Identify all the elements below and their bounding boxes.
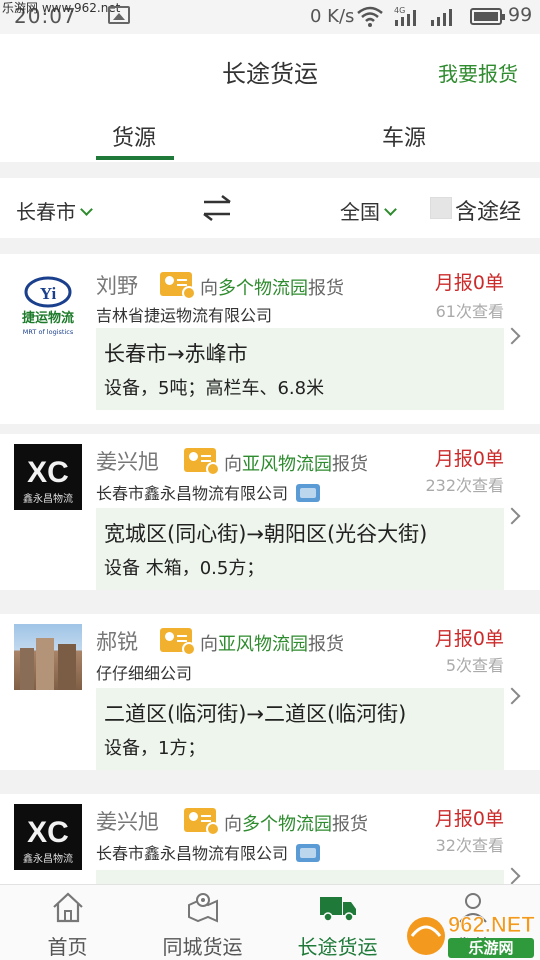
company-logo: XC 鑫永昌物流 bbox=[14, 444, 82, 510]
logo-subtext: MRT of logistics bbox=[23, 328, 74, 336]
chevron-right-icon bbox=[503, 687, 521, 705]
app-header: 长途货运 我要报货 bbox=[0, 34, 540, 106]
listing-card[interactable]: XC 鑫永昌物流 姜兴旭 向多个物流园报货 月报0单 32次查看 长春市鑫永昌物… bbox=[0, 794, 540, 884]
listing-card[interactable]: Yi 捷运物流 MRT of logistics 刘野 向多个物流园报货 月报0… bbox=[0, 254, 540, 424]
chevron-down-icon bbox=[384, 203, 397, 216]
status-bar: 20:07 乐游网 www.962.net 0 K/s 4G 99 bbox=[0, 0, 540, 34]
watermark-sub: 乐游网 bbox=[468, 939, 513, 957]
view-count: 5次查看 bbox=[445, 656, 504, 675]
company-name: 吉林省捷运物流有限公司 bbox=[96, 306, 273, 325]
route-info: 二道区(临河街)→二道区(临河街) 设备，1方； bbox=[96, 688, 504, 770]
battery-level: 99 bbox=[508, 4, 533, 26]
wifi-icon bbox=[357, 6, 383, 27]
nav-longhaul-label: 长途货运 bbox=[297, 935, 378, 959]
filter-bar: 长春市 全国 含途经 bbox=[0, 178, 540, 238]
active-tab-indicator bbox=[96, 156, 174, 160]
image-notification-icon bbox=[108, 6, 130, 24]
chevron-right-icon bbox=[503, 327, 521, 345]
cargo-detail: 设备，1方； bbox=[104, 738, 206, 759]
logo-text: 鑫永昌物流 bbox=[23, 492, 73, 505]
listing-card[interactable]: 郝锐 向亚风物流园报货 月报0单 5次查看 仔仔细细公司 二道区(临河街)→二道… bbox=[0, 614, 540, 770]
from-city-label: 长春市 bbox=[16, 200, 76, 224]
truck-icon bbox=[319, 897, 356, 922]
route-info: 宽城区(同心街)→朝阳区(光谷大街) 设备 木箱，0.5方； bbox=[96, 508, 504, 590]
company-name: 仔仔细细公司 bbox=[96, 664, 193, 683]
map-pin-icon bbox=[187, 893, 218, 923]
cargo-detail: 设备，5吨；高栏车、6.8米 bbox=[104, 378, 325, 399]
certified-icon bbox=[296, 844, 321, 862]
logo-mark: XC bbox=[27, 456, 69, 489]
watermark-brand: 962.NET bbox=[448, 912, 535, 937]
nav-local-label: 同城货运 bbox=[162, 935, 243, 959]
contact-name: 姜兴旭 bbox=[96, 450, 159, 474]
company-logo: XC 鑫永昌物流 bbox=[14, 804, 82, 870]
park-name: 多个物流园 bbox=[242, 814, 332, 835]
report-text: 向亚风物流园报货 bbox=[224, 454, 368, 475]
nav-home[interactable]: 首页 bbox=[0, 885, 135, 960]
logo-text: 鑫永昌物流 bbox=[23, 852, 73, 865]
contact-name: 姜兴旭 bbox=[96, 810, 159, 834]
logo-mark: Yi bbox=[40, 284, 57, 303]
report-text: 向亚风物流园报货 bbox=[200, 634, 344, 655]
company-photo bbox=[14, 624, 82, 690]
to-region-select[interactable]: 全国 bbox=[340, 196, 397, 225]
contact-name: 刘野 bbox=[96, 274, 138, 298]
tab-vehicles[interactable]: 车源 bbox=[382, 120, 426, 152]
include-via-checkbox[interactable] bbox=[430, 197, 452, 219]
report-text: 向多个物流园报货 bbox=[224, 814, 368, 835]
company-name: 长春市鑫永昌物流有限公司 bbox=[96, 840, 321, 864]
logo-text: 捷运物流 bbox=[22, 310, 74, 326]
network-speed: 0 K/s bbox=[310, 6, 355, 27]
signal-4g-icon: 4G bbox=[394, 6, 416, 26]
chevron-right-icon bbox=[503, 867, 521, 884]
monthly-report: 月报0单 bbox=[434, 272, 504, 294]
monthly-report: 月报0单 bbox=[434, 808, 504, 830]
nav-longhaul-freight[interactable]: 长途货运 bbox=[270, 885, 405, 960]
contact-name: 郝锐 bbox=[96, 630, 138, 654]
report-text: 向多个物流园报货 bbox=[200, 278, 344, 299]
park-name: 亚风物流园 bbox=[218, 634, 308, 655]
certified-icon bbox=[296, 484, 321, 502]
company-name: 长春市鑫永昌物流有限公司 bbox=[96, 480, 321, 504]
monthly-report: 月报0单 bbox=[434, 448, 504, 470]
include-via-label: 含途经 bbox=[455, 200, 522, 225]
chevron-right-icon bbox=[503, 507, 521, 525]
nav-home-label: 首页 bbox=[47, 935, 88, 959]
route-text: 二道区(临河街)→二道区(临河街) bbox=[104, 702, 407, 726]
route-text: 宽城区(同心街)→朝阳区(光谷大街) bbox=[104, 522, 428, 546]
park-name: 多个物流园 bbox=[218, 278, 308, 299]
tab-bar: 货源 车源 bbox=[0, 106, 540, 162]
chevron-down-icon bbox=[80, 203, 93, 216]
report-cargo-button[interactable]: 我要报货 bbox=[438, 58, 518, 87]
verified-badge-icon bbox=[184, 808, 220, 836]
view-count: 32次查看 bbox=[435, 836, 504, 855]
swap-icon[interactable] bbox=[200, 194, 234, 222]
listing-card[interactable]: XC 鑫永昌物流 姜兴旭 向亚风物流园报货 月报0单 232次查看 长春市鑫永昌… bbox=[0, 434, 540, 590]
home-icon bbox=[52, 892, 83, 923]
from-city-select[interactable]: 长春市 bbox=[16, 196, 93, 225]
monthly-report: 月报0单 bbox=[434, 628, 504, 650]
route-info: 长春市→赤峰市 设备，5吨；高栏车、6.8米 bbox=[96, 328, 504, 410]
signal-icon bbox=[431, 9, 452, 26]
nav-local-freight[interactable]: 同城货运 bbox=[135, 885, 270, 960]
tab-goods[interactable]: 货源 bbox=[112, 120, 156, 152]
view-count: 61次查看 bbox=[435, 302, 504, 321]
network-type: 4G bbox=[394, 6, 405, 15]
route-text: 长春市→赤峰市 bbox=[104, 342, 248, 366]
park-name: 亚风物流园 bbox=[242, 454, 332, 475]
site-watermark-logo: 962.NET 乐游网 bbox=[407, 912, 536, 958]
verified-badge-icon bbox=[160, 628, 196, 656]
company-logo: Yi 捷运物流 MRT of logistics bbox=[14, 274, 82, 340]
route-info bbox=[96, 870, 504, 884]
to-region-label: 全国 bbox=[340, 200, 380, 224]
logo-mark: XC bbox=[27, 816, 69, 849]
view-count: 232次查看 bbox=[425, 476, 504, 495]
site-watermark-text: 乐游网 www.962.net bbox=[2, 1, 121, 15]
verified-badge-icon bbox=[160, 272, 196, 300]
battery-icon bbox=[470, 8, 505, 25]
verified-badge-icon bbox=[184, 448, 220, 476]
cargo-detail: 设备 木箱，0.5方； bbox=[104, 558, 265, 579]
